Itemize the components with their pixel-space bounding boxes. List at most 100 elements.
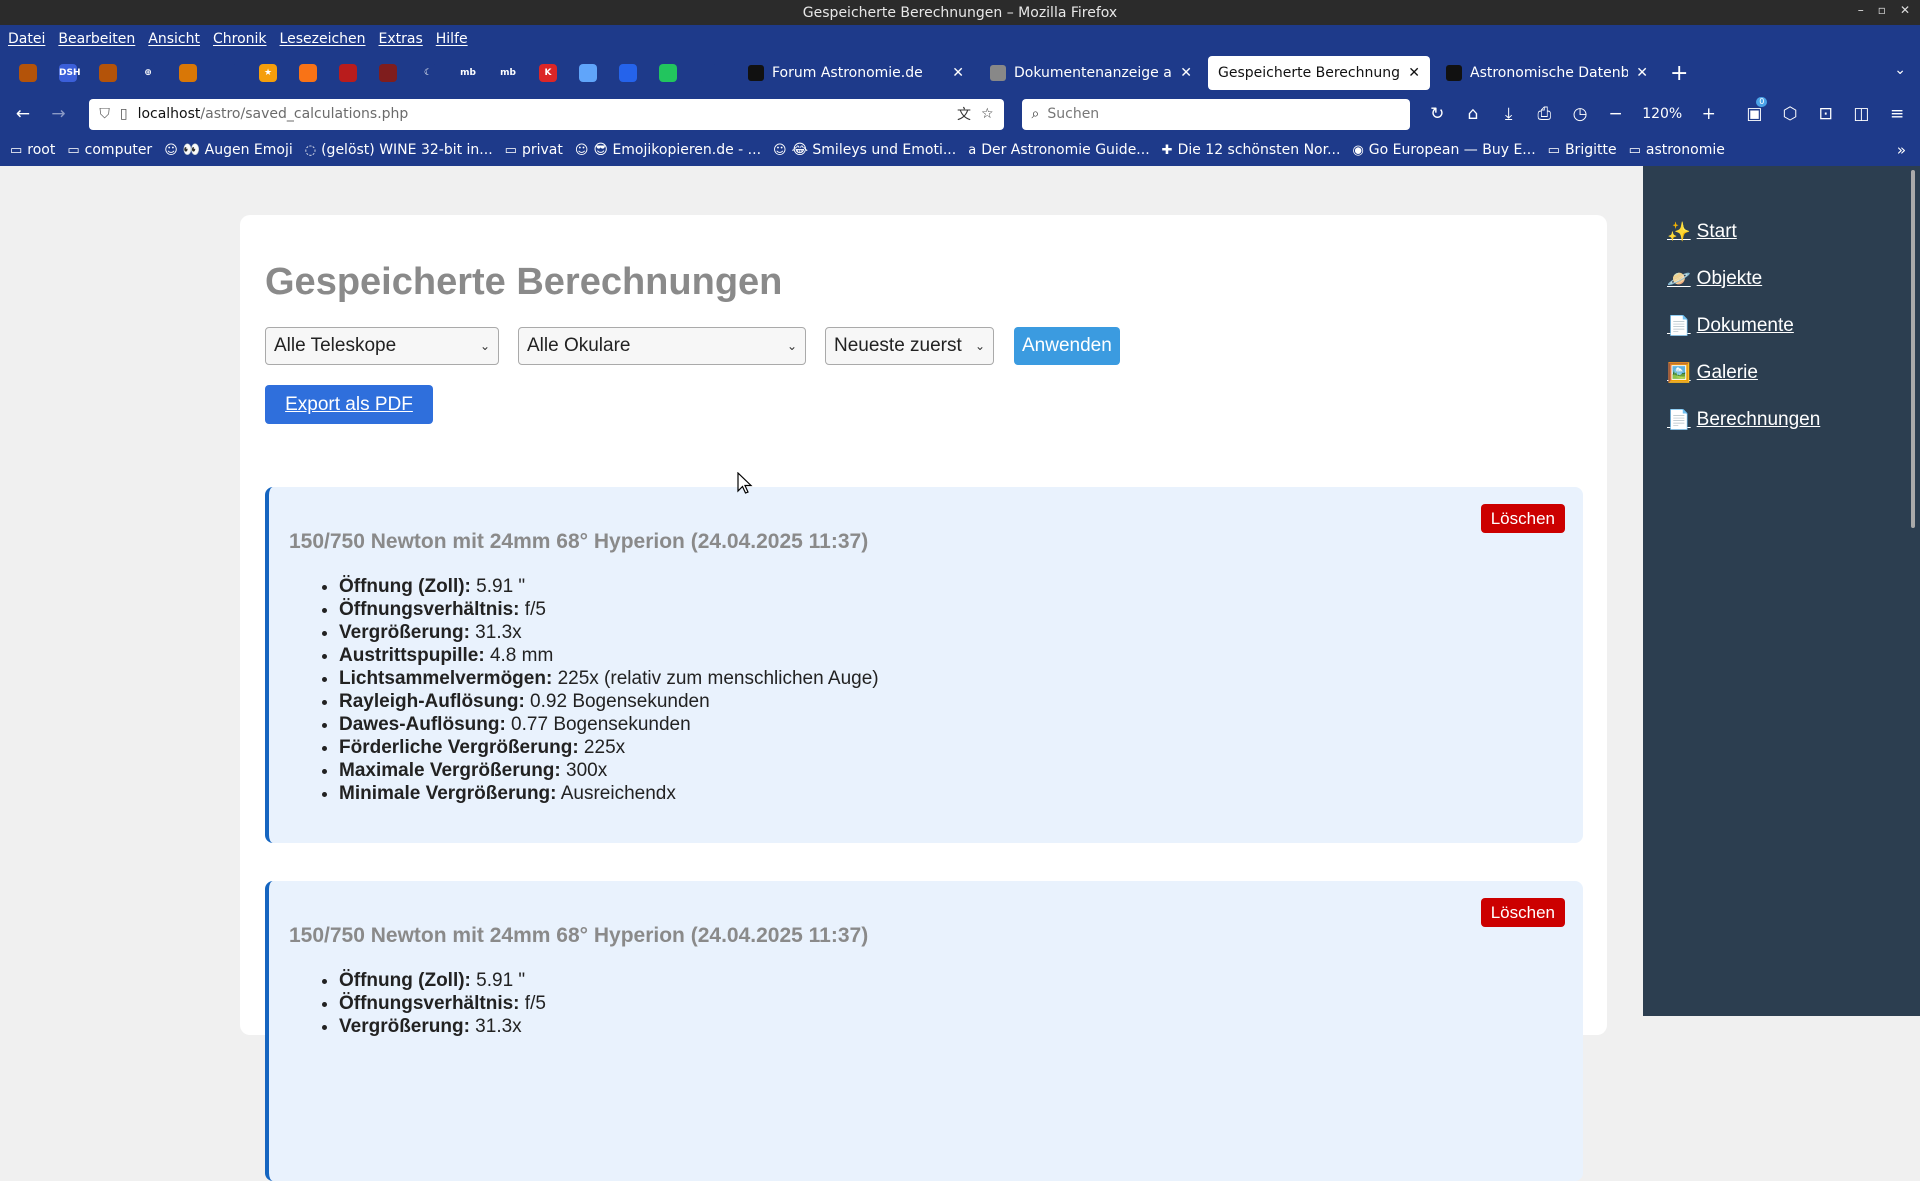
close-icon[interactable]: ✕ xyxy=(1900,3,1910,17)
bookmark-item[interactable]: ▭ privat xyxy=(505,142,563,158)
app-menu-icon[interactable]: ≡ xyxy=(1882,99,1912,129)
zoom-in-icon[interactable]: + xyxy=(1694,99,1724,129)
pinned-tab[interactable] xyxy=(688,52,728,94)
detail-item: Öffnungsverhältnis: f/5 xyxy=(339,598,879,621)
detail-value: 0.92 Bogensekunden xyxy=(524,691,710,712)
menu-item-lesezeichen[interactable]: Lesezeichen xyxy=(280,31,366,47)
telescope-select-value: Alle Teleskope xyxy=(274,335,397,356)
wine-icon: ◌ xyxy=(304,142,317,158)
detail-value: 0.77 Bogensekunden xyxy=(505,714,691,735)
bookmark-item[interactable]: ☺ 😂 Smileys und Emoti... xyxy=(773,142,956,158)
reload-icon[interactable]: ↻ xyxy=(1422,99,1452,129)
pinned-tab[interactable] xyxy=(368,52,408,94)
back-button[interactable]: ← xyxy=(8,99,38,129)
calculation-card: Löschen 150/750 Newton mit 24mm 68° Hype… xyxy=(265,487,1583,843)
download-icon[interactable]: ⤓ xyxy=(1494,99,1524,129)
pinned-tab[interactable]: DSH xyxy=(48,52,88,94)
search-icon xyxy=(699,64,717,82)
pinned-tab[interactable] xyxy=(568,52,608,94)
tab[interactable]: Astronomische Datenban ✕ xyxy=(1436,56,1658,90)
pinned-tab[interactable] xyxy=(88,52,128,94)
pinned-tab[interactable] xyxy=(288,52,328,94)
pinned-tab[interactable]: ⊕ xyxy=(128,52,168,94)
eyepiece-select[interactable]: Alle Okulare ⌄ xyxy=(518,327,806,365)
history-icon[interactable]: ◷ xyxy=(1565,99,1595,129)
bookmarks-overflow-icon[interactable]: » xyxy=(1897,141,1906,159)
delete-button[interactable]: Löschen xyxy=(1480,898,1565,927)
bookmark-label: Der Astronomie Guide... xyxy=(981,142,1150,158)
menu-item-chronik[interactable]: Chronik xyxy=(213,31,267,47)
menu-item-datei[interactable]: Datei xyxy=(8,31,45,47)
menu-item-ansicht[interactable]: Ansicht xyxy=(148,31,200,47)
bookmark-item[interactable]: ▭ computer xyxy=(67,142,152,158)
telescope-select[interactable]: Alle Teleskope ⌄ xyxy=(265,327,499,365)
extensions-icon[interactable]: ⬡ xyxy=(1775,99,1805,129)
url-bar[interactable]: ⛉ ▯ localhost/astro/saved_calculations.p… xyxy=(89,98,1004,130)
bookmark-star-icon[interactable]: ☆ xyxy=(981,106,994,122)
mb-icon: mb xyxy=(499,64,517,82)
new-tab-button[interactable]: + xyxy=(1670,61,1688,86)
bookmark-item[interactable]: a Der Astronomie Guide... xyxy=(968,142,1149,158)
tab[interactable]: Dokumentenanzeige anpa ✕ xyxy=(980,56,1202,90)
pinned-tab[interactable] xyxy=(608,52,648,94)
apply-button[interactable]: Anwenden xyxy=(1014,327,1120,365)
pinned-tab[interactable] xyxy=(328,52,368,94)
sidebar-link-galerie[interactable]: 🖼️ Galerie xyxy=(1667,359,1820,386)
bookmark-item[interactable]: ☺ 👀 Augen Emoji xyxy=(164,142,293,158)
menu-item-bearbeiten[interactable]: Bearbeiten xyxy=(58,31,135,47)
maximize-icon[interactable]: ▫ xyxy=(1878,3,1886,17)
bookmark-item[interactable]: ▭ astronomie xyxy=(1629,142,1725,158)
bookmarks-toolbar: ▭ root ▭ computer ☺ 👀 Augen Emoji ◌ (gelöst) WI… xyxy=(0,134,1920,166)
translate-icon[interactable]: 文 xyxy=(957,104,971,124)
print-icon[interactable]: ⎙ xyxy=(1529,99,1559,129)
sidebar-toggle-icon[interactable]: ◫ xyxy=(1847,99,1877,129)
bookmark-item[interactable]: ▭ Brigitte xyxy=(1548,142,1617,158)
pinned-tab[interactable]: K xyxy=(528,52,568,94)
menu-item-extras[interactable]: Extras xyxy=(379,31,423,47)
delete-button[interactable]: Löschen xyxy=(1480,504,1565,533)
sort-select[interactable]: Neueste zuerst ⌄ xyxy=(825,327,994,365)
list-all-tabs-icon[interactable]: ⌄ xyxy=(1894,62,1906,78)
sidebar-link-label: Start xyxy=(1696,220,1737,242)
home-icon[interactable]: ⌂ xyxy=(1458,99,1488,129)
bookmark-item[interactable]: ◌ (gelöst) WINE 32-bit in... xyxy=(305,142,493,158)
bookmark-item[interactable]: ◉ Go European — Buy E... xyxy=(1352,142,1535,158)
detail-key: Öffnungsverhältnis: xyxy=(339,993,520,1014)
bookmark-item[interactable]: ▭ root xyxy=(10,142,55,158)
pinned-tab[interactable] xyxy=(648,52,688,94)
scrollbar-thumb[interactable] xyxy=(1911,170,1915,528)
bookmark-item[interactable]: ✚ Die 12 schönsten Nor... xyxy=(1162,142,1341,158)
extension-counter-icon[interactable]: ▣ 0 xyxy=(1740,97,1770,129)
close-tab-icon[interactable]: ✕ xyxy=(952,65,964,81)
menu-item-hilfe[interactable]: Hilfe xyxy=(436,31,468,47)
bookmark-label: (gelöst) WINE 32-bit in... xyxy=(321,142,493,158)
forward-button[interactable]: → xyxy=(44,99,74,129)
scrollbar[interactable] xyxy=(1906,166,1920,1016)
sidebar-link-start[interactable]: ✨ Start xyxy=(1667,218,1820,245)
close-tab-icon[interactable]: ✕ xyxy=(1636,65,1648,81)
close-tab-icon[interactable]: ✕ xyxy=(1180,65,1192,81)
sidebar-link-dokumente[interactable]: 📄 Dokumente xyxy=(1667,312,1820,339)
sidebar-link-objekte[interactable]: 🪐 Objekte xyxy=(1667,265,1820,292)
zoom-level[interactable]: 120% xyxy=(1637,106,1688,122)
export-pdf-button[interactable]: Export als PDF xyxy=(265,385,433,424)
bookmark-item[interactable]: ☺ 😎 Emojikopieren.de - ... xyxy=(575,142,761,158)
pinned-tab[interactable] xyxy=(168,52,208,94)
tab[interactable]: Forum Astronomie.de ✕ xyxy=(738,56,974,90)
pinned-tab[interactable]: ★ xyxy=(248,52,288,94)
pinned-tab[interactable]: ☾ xyxy=(408,52,448,94)
sidebar-link-emoji: 🖼️ xyxy=(1667,362,1691,384)
pinned-tab[interactable] xyxy=(208,52,248,94)
screenshot-search-icon[interactable]: ⊡ xyxy=(1811,99,1841,129)
extension-badge: 0 xyxy=(1756,97,1768,107)
search-input[interactable]: ⌕ Suchen xyxy=(1021,98,1411,130)
pinned-tab[interactable] xyxy=(8,52,48,94)
pinned-tab[interactable]: mb xyxy=(488,52,528,94)
zoom-out-icon[interactable]: − xyxy=(1601,99,1631,129)
sidebar-link-berechnungen[interactable]: 📄 Berechnungen xyxy=(1667,406,1820,433)
tab[interactable]: Gespeicherte Berechnungen ✕ xyxy=(1208,56,1430,90)
shield-icon[interactable]: ⛉ xyxy=(99,106,110,122)
close-tab-icon[interactable]: ✕ xyxy=(1408,65,1420,81)
minimize-icon[interactable]: – xyxy=(1858,3,1864,17)
pinned-tab[interactable]: mb xyxy=(448,52,488,94)
